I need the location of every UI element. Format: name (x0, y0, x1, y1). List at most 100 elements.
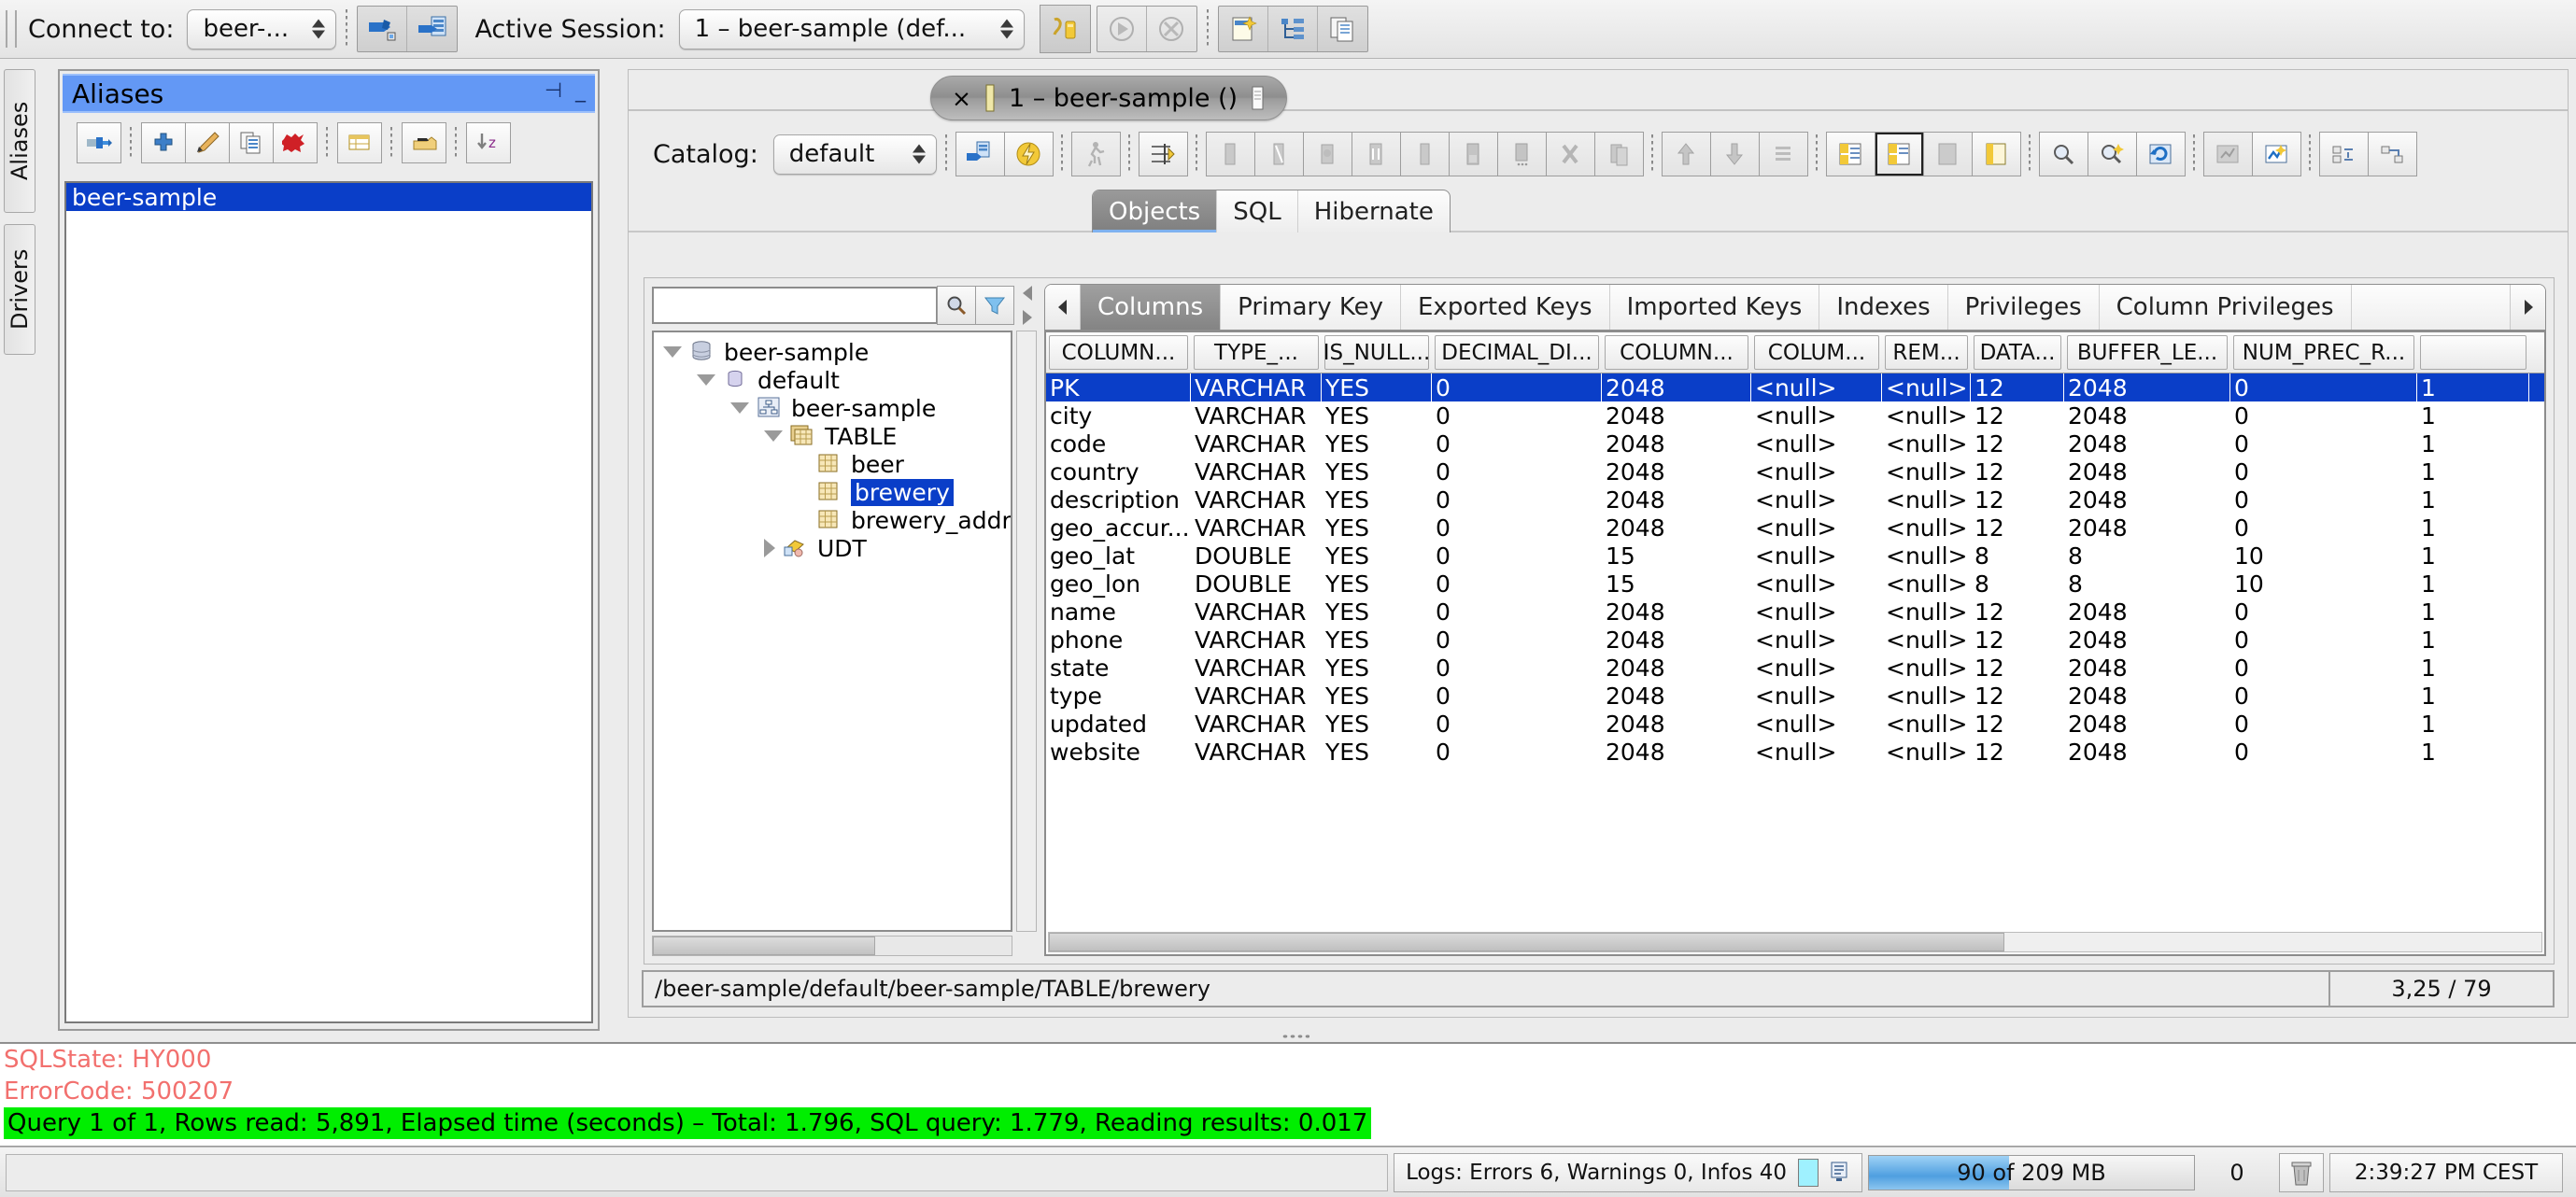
table-cell[interactable]: 12 (1971, 710, 2064, 738)
table-cell[interactable]: 2048 (1602, 738, 1751, 766)
table-cell[interactable]: <null> (1882, 570, 1971, 598)
table-cell[interactable]: 1 (2417, 710, 2529, 738)
table-cell[interactable]: 12 (1971, 430, 2064, 458)
chevron-down-icon[interactable] (730, 402, 749, 414)
table-cell[interactable]: <null> (1751, 570, 1882, 598)
connect-icon[interactable] (77, 122, 121, 163)
table-row[interactable]: type VARCHAR YES 0 2048 <null> <null> 12 2048 0 1 (1046, 682, 2544, 710)
table-cell[interactable]: 8 (1971, 570, 2064, 598)
table-cell[interactable]: 2048 (1602, 626, 1751, 654)
table-cell[interactable]: 2048 (1602, 598, 1751, 626)
tab-column-privileges[interactable]: Column Privileges (2100, 285, 2352, 330)
chevron-down-icon[interactable] (697, 374, 715, 386)
table-cell[interactable]: YES (1322, 570, 1432, 598)
search-icon[interactable] (937, 286, 976, 325)
tree-node[interactable]: beer-sample (659, 338, 1011, 366)
tab-hibernate[interactable]: Hibernate (1298, 190, 1450, 232)
grid-column-header[interactable]: NUM_PREC_R... (2233, 335, 2414, 370)
table-cell[interactable]: YES (1322, 654, 1432, 682)
table-cell[interactable]: 0 (2230, 738, 2417, 766)
table-cell[interactable]: 10 (2230, 542, 2417, 570)
chevron-right-icon[interactable] (764, 539, 775, 557)
store-more-icon[interactable] (1496, 132, 1547, 176)
table-cell[interactable]: 0 (1432, 570, 1602, 598)
logs-status[interactable]: Logs: Errors 6, Warnings 0, Infos 40 (1394, 1152, 1862, 1192)
grid-column-header[interactable]: COLUM... (1754, 335, 1879, 370)
table-cell[interactable]: <null> (1751, 738, 1882, 766)
graph-icon[interactable] (2251, 132, 2301, 176)
table-cell[interactable]: 8 (2064, 542, 2230, 570)
table-cell[interactable]: YES (1322, 486, 1432, 514)
open-icon[interactable] (1302, 132, 1352, 176)
columns-grid[interactable]: COLUMN... TYPE_... IS_NULL... DECIMAL_DI...… (1044, 331, 2546, 956)
grid-horizontal-scrollbar[interactable] (1048, 932, 2542, 952)
tree-node[interactable]: UDT (659, 534, 1011, 562)
table-cell[interactable]: 12 (1971, 654, 2064, 682)
table-cell[interactable]: 0 (2230, 710, 2417, 738)
table-cell[interactable]: 0 (1432, 458, 1602, 486)
tree-pane-arrows[interactable] (1018, 286, 1037, 325)
table-cell[interactable]: code (1046, 430, 1191, 458)
table-cell[interactable]: VARCHAR (1191, 654, 1322, 682)
filter-funnel-icon[interactable] (975, 286, 1014, 325)
table-cell[interactable]: 10 (2230, 570, 2417, 598)
table-cell[interactable]: 0 (1432, 430, 1602, 458)
move-up-icon[interactable] (1661, 132, 1711, 176)
table-cell[interactable]: YES (1322, 430, 1432, 458)
sidebar-item-aliases[interactable]: Aliases (4, 69, 35, 213)
object-tree[interactable]: beer-sample default beer-sample TABLE be… (652, 331, 1012, 932)
grid-column-header[interactable]: DECIMAL_DI... (1435, 335, 1599, 370)
table-row[interactable]: country VARCHAR YES 0 2048 <null> <null> 12 2048… (1046, 458, 2544, 486)
table-cell[interactable]: 0 (1432, 654, 1602, 682)
table-cell[interactable]: 2048 (2064, 654, 2230, 682)
table-cell[interactable]: YES (1322, 710, 1432, 738)
table-cell[interactable]: <null> (1882, 373, 1971, 401)
table-cell[interactable]: <null> (1751, 542, 1882, 570)
grid-column-header[interactable]: IS_NULL... (1324, 335, 1429, 370)
table-cell[interactable]: 2048 (2064, 682, 2230, 710)
table-cell[interactable]: DOUBLE (1191, 542, 1322, 570)
tab-objects[interactable]: Objects (1093, 190, 1218, 232)
table-cell[interactable]: updated (1046, 710, 1191, 738)
table-cell[interactable]: 0 (2230, 682, 2417, 710)
list-icon[interactable] (1758, 132, 1808, 176)
table-cell[interactable]: <null> (1882, 738, 1971, 766)
table-cell[interactable]: 8 (1971, 542, 2064, 570)
table-cell[interactable]: 2048 (1602, 514, 1751, 542)
tab-exported-keys[interactable]: Exported Keys (1401, 285, 1610, 330)
flash-icon[interactable] (1003, 132, 1054, 176)
tree-filter-input[interactable] (652, 287, 938, 324)
tree-node[interactable]: default (659, 366, 1011, 394)
table-cell[interactable]: <null> (1882, 626, 1971, 654)
store-icon[interactable] (1448, 132, 1498, 176)
search-right-icon[interactable] (2087, 132, 2137, 176)
table-cell[interactable]: 2048 (2064, 710, 2230, 738)
split-left-icon[interactable] (1825, 132, 1875, 176)
grid-column-header[interactable]: COLUMN... (1605, 335, 1748, 370)
table-cell[interactable]: YES (1322, 458, 1432, 486)
sort-icon[interactable]: z (466, 122, 511, 163)
table-cell[interactable]: VARCHAR (1191, 598, 1322, 626)
table-cell[interactable]: 15 (1602, 542, 1751, 570)
table-row[interactable]: updated VARCHAR YES 0 2048 <null> <null> 12 2048… (1046, 710, 2544, 738)
undock-icon[interactable] (1971, 132, 2021, 176)
table-cell[interactable]: 12 (1971, 458, 2064, 486)
scroll-tabs-left-icon[interactable] (1045, 285, 1081, 330)
tree-vertical-scrollbar[interactable] (1016, 331, 1037, 932)
table-cell[interactable]: 1 (2417, 598, 2529, 626)
table-cell[interactable]: state (1046, 654, 1191, 682)
table-cell[interactable]: city (1046, 401, 1191, 430)
table-cell[interactable]: 0 (2230, 626, 2417, 654)
table-cell[interactable]: 12 (1971, 514, 2064, 542)
table-cell[interactable]: 0 (2230, 401, 2417, 430)
table-cell[interactable]: 0 (2230, 514, 2417, 542)
table-cell[interactable]: geo_lat (1046, 542, 1191, 570)
session-tab-beer-sample[interactable]: × 1 – beer-sample () (930, 76, 1288, 120)
table-cell[interactable]: 0 (1432, 486, 1602, 514)
table-cell[interactable]: <null> (1751, 514, 1882, 542)
table-cell[interactable]: YES (1322, 682, 1432, 710)
table-row[interactable]: website VARCHAR YES 0 2048 <null> <null> 12 2048… (1046, 738, 2544, 766)
horizontal-splitter[interactable] (0, 1031, 2576, 1042)
table-row[interactable]: city VARCHAR YES 0 2048 <null> <null> 12 2048 0 1 (1046, 401, 2544, 430)
delete-icon[interactable] (273, 122, 318, 163)
